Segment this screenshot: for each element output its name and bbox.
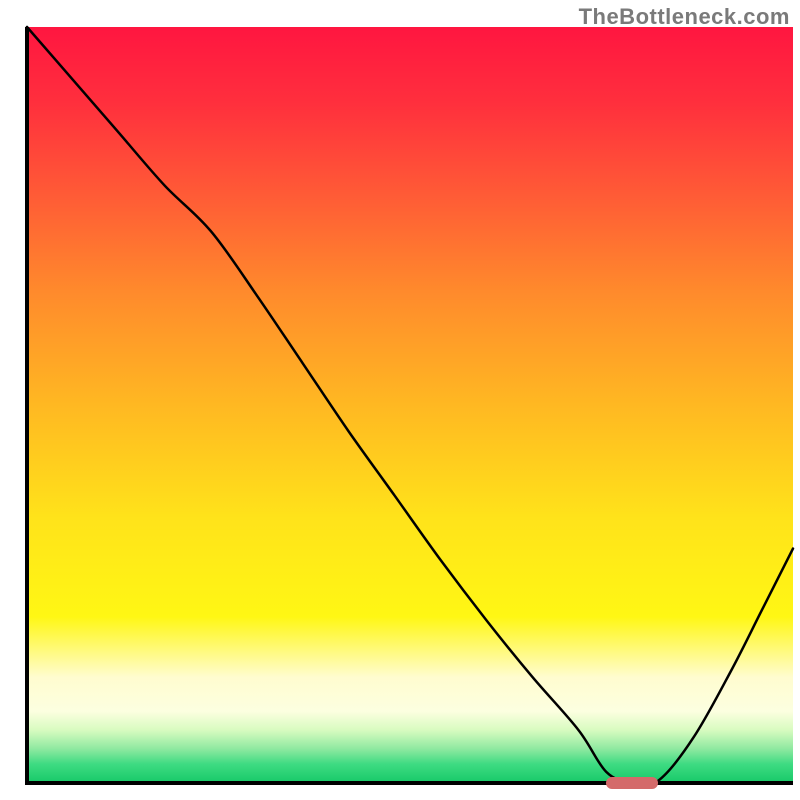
optimal-marker [606, 777, 658, 789]
plot-background [27, 27, 793, 783]
bottleneck-chart [0, 0, 800, 800]
chart-container: TheBottleneck.com [0, 0, 800, 800]
watermark-text: TheBottleneck.com [579, 4, 790, 30]
